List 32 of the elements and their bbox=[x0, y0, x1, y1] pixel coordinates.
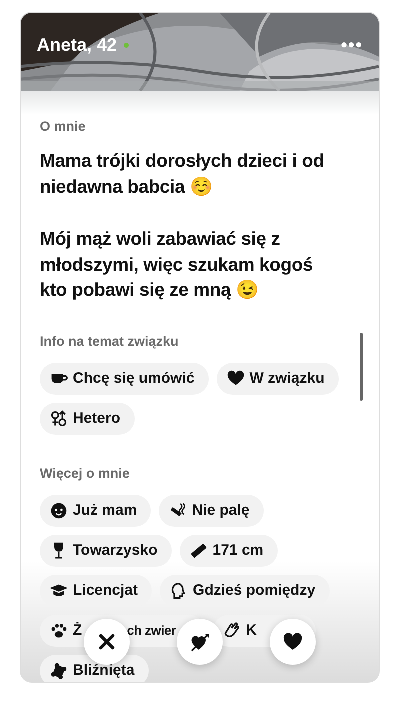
super-button[interactable] bbox=[177, 619, 223, 665]
tag-label: 171 cm bbox=[212, 542, 264, 559]
scrollbar[interactable] bbox=[360, 333, 363, 401]
section-heading: Info na temat związku bbox=[40, 334, 180, 348]
tag-label: ch zwier bbox=[127, 623, 176, 638]
close-icon bbox=[97, 632, 117, 652]
tag-label: Chcę się umówić bbox=[73, 370, 195, 387]
baby-face-icon bbox=[50, 502, 68, 520]
bio-text: Mama trójki dorosłych dzieci i od niedawna babcia ☺ bbox=[40, 149, 326, 198]
tag-label: Nie palę bbox=[192, 502, 250, 519]
tag-label: Bliźnięta bbox=[73, 662, 135, 679]
tag-label: W związku bbox=[250, 370, 325, 387]
more-menu-button[interactable]: ••• bbox=[341, 35, 363, 56]
section-heading: O mnie bbox=[40, 119, 87, 134]
tag-label: Licencjat bbox=[73, 582, 138, 599]
paw-icon bbox=[50, 622, 68, 640]
tag-label: Hetero bbox=[73, 410, 121, 427]
tag-label: Już mam bbox=[73, 502, 138, 519]
heart-icon bbox=[226, 370, 245, 388]
waving-hand-icon bbox=[223, 622, 242, 640]
profile-name: Aneta, 42 bbox=[37, 35, 118, 56]
tag-label: Gdzieś pomiędzy bbox=[193, 582, 316, 599]
like-button[interactable] bbox=[270, 619, 316, 665]
head-icon bbox=[170, 582, 188, 600]
heart-icon bbox=[283, 632, 303, 652]
tag-label: Ż bbox=[73, 622, 82, 639]
section-heading: Więcej o mnie bbox=[40, 466, 131, 480]
tag-label: K bbox=[246, 622, 257, 639]
tag-label: Towarzysko bbox=[73, 542, 158, 559]
heart-arrow-icon bbox=[190, 632, 210, 652]
gender-icon bbox=[50, 410, 68, 428]
bio-text: Mój mąż woli zabawiać się z młodszymi, więc szukam kogoś kto pobawi się ze mną 😉 bbox=[40, 227, 314, 302]
